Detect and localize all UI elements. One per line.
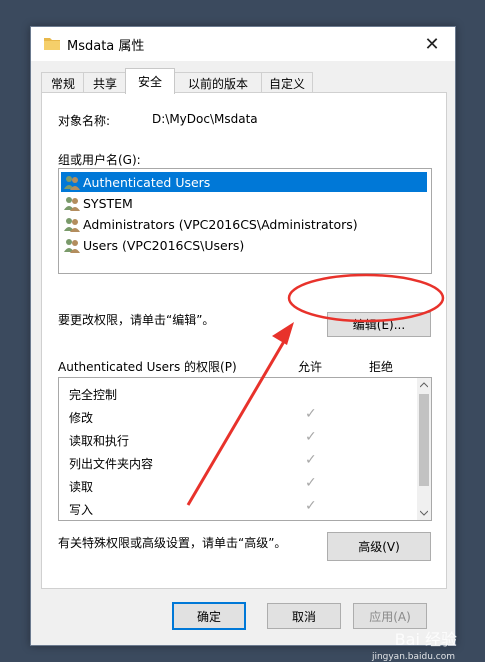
ok-button[interactable]: 确定 [172,602,246,630]
tab-previous-versions[interactable]: 以前的版本 [173,72,263,93]
permissions-list[interactable]: 完全控制 修改 读取和执行 列出文件夹内容 读取 写入 ✓ ✓ ✓ ✓ ✓ [58,377,432,521]
object-name-value: D:\MyDoc\Msdata [152,112,258,126]
folder-icon [44,38,60,50]
permission-name: 列出文件夹内容 [69,457,154,471]
scroll-thumb[interactable] [419,394,429,486]
advanced-hint: 有关特殊权限或高级设置，请单击“高级”。 [58,536,287,550]
user-group-icon [64,218,80,232]
cancel-button[interactable]: 取消 [267,603,341,629]
close-icon: ✕ [424,33,440,55]
scroll-down-icon[interactable] [420,510,428,516]
tab-sharing[interactable]: 共享 [83,72,127,93]
edit-hint: 要更改权限，请单击“编辑”。 [58,313,215,327]
list-item[interactable]: SYSTEM [61,193,133,213]
tab-security[interactable]: 安全 [125,68,175,94]
user-name: Administrators (VPC2016CS\Administrators… [83,216,358,232]
user-group-icon [64,197,80,211]
allow-check-icon: ✓ [305,429,317,445]
window-title: Msdata 属性 [67,39,145,54]
watermark-url: jingyan.baidu.com [371,652,455,662]
permission-name: 读取和执行 [69,434,130,448]
permission-name: 写入 [69,503,94,517]
object-name-label: 对象名称: [58,114,111,128]
security-panel: 对象名称: D:\MyDoc\Msdata 组或用户名(G): Authenti… [41,92,447,589]
permissions-label: Authenticated Users 的权限(P) [58,360,237,374]
allow-check-icon: ✓ [305,498,317,514]
title-bar: Msdata 属性 ✕ [31,27,455,61]
tab-customize[interactable]: 自定义 [261,72,313,93]
allow-check-icon: ✓ [305,452,317,468]
properties-dialog: Msdata 属性 ✕ 常规 共享 安全 以前的版本 自定义 对象名称: D:\… [30,26,456,646]
user-name: Authenticated Users [83,174,211,190]
allow-check-icon: ✓ [305,475,317,491]
tab-general[interactable]: 常规 [41,72,85,93]
user-group-icon [64,239,80,253]
list-item[interactable]: Administrators (VPC2016CS\Administrators… [61,214,358,234]
user-name: Users (VPC2016CS\Users) [83,237,245,253]
group-label: 组或用户名(G): [58,153,141,167]
edit-button[interactable]: 编辑(E)... [327,312,431,337]
list-item[interactable]: Authenticated Users [61,172,427,192]
close-button[interactable]: ✕ [409,27,455,61]
user-group-icon [64,176,80,190]
permission-name: 读取 [69,480,94,494]
user-list[interactable]: Authenticated Users SYSTEM Administrator… [58,168,432,274]
deny-header: 拒绝 [369,360,394,374]
scroll-up-icon[interactable] [420,382,428,388]
allow-header: 允许 [298,360,323,374]
advanced-button[interactable]: 高级(V) [327,532,431,561]
allow-check-icon: ✓ [305,406,317,422]
list-item[interactable]: Users (VPC2016CS\Users) [61,235,244,255]
permission-name: 完全控制 [69,388,118,402]
permission-name: 修改 [69,411,94,425]
watermark-logo: Bai 经验 [394,630,457,649]
permissions-scrollbar[interactable] [417,378,431,520]
user-name: SYSTEM [83,195,133,211]
